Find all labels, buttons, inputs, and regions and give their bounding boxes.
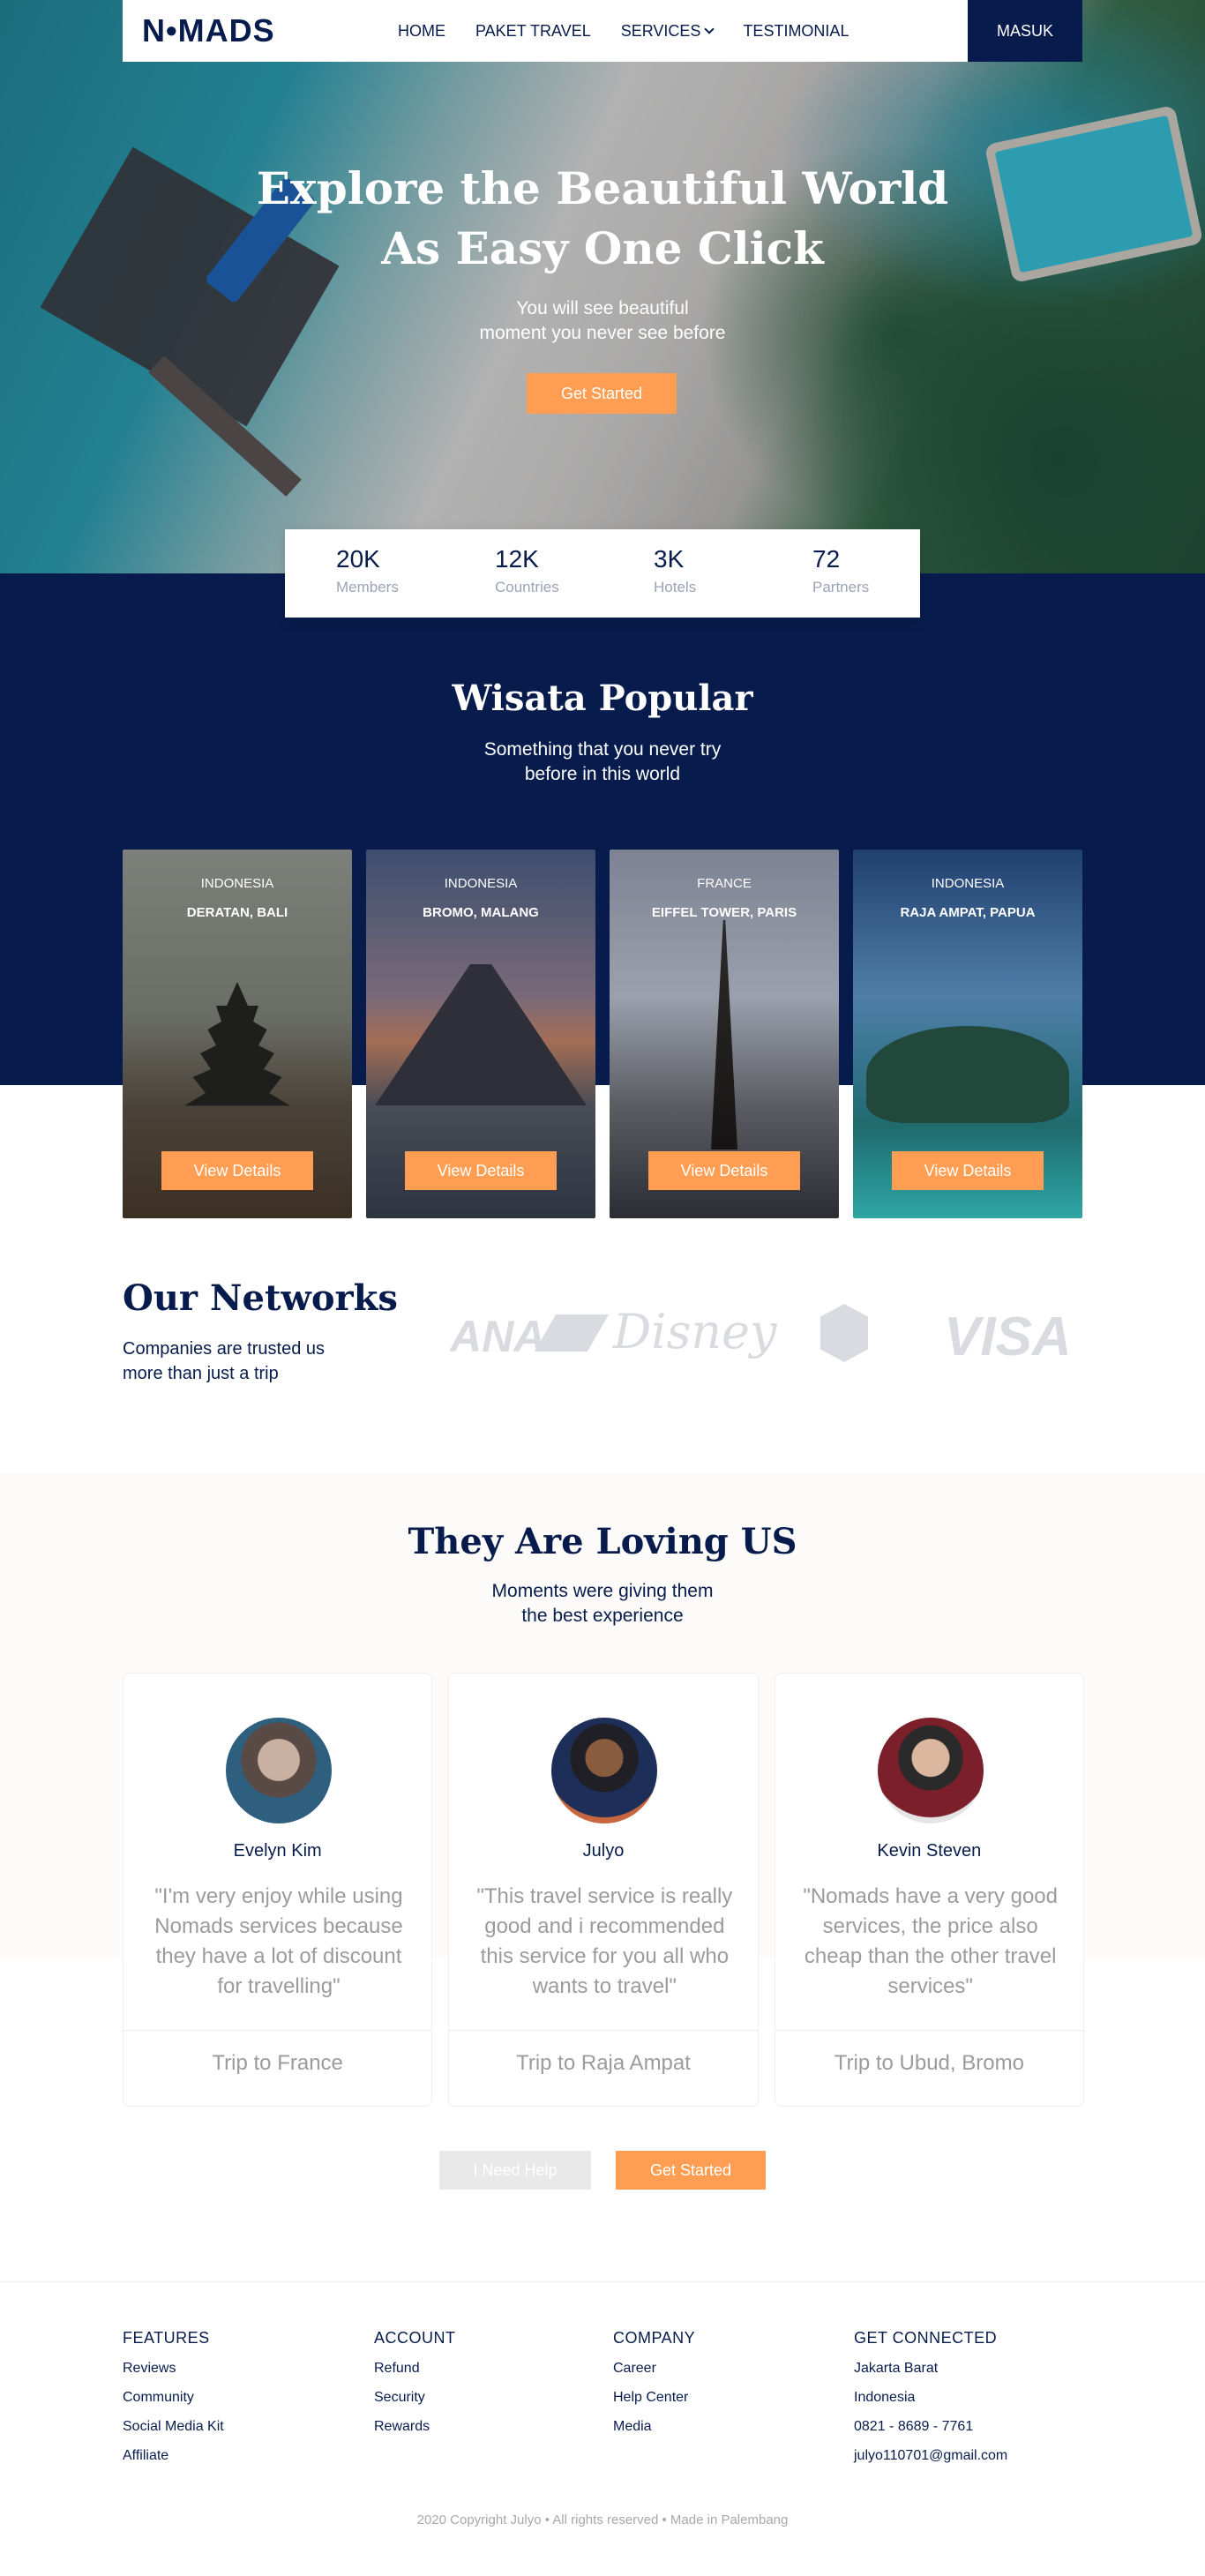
testimonial-card: Kevin Steven "Nomads have a very good se…: [774, 1673, 1084, 2107]
ana-logo-mark: [534, 1314, 610, 1352]
testimonial-card: Julyo "This travel service is really goo…: [448, 1673, 759, 2107]
view-details-button[interactable]: View Details: [648, 1151, 800, 1190]
view-details-button[interactable]: View Details: [405, 1151, 557, 1190]
divider: [449, 2030, 758, 2031]
hero-title-line2: As Easy One Click: [381, 222, 824, 274]
testimonial-name: Evelyn Kim: [233, 1841, 322, 1861]
card-place: RAJA AMPAT, PAPUA: [900, 905, 1036, 920]
need-help-button[interactable]: I Need Help: [439, 2151, 591, 2190]
footer-heading: FEATURES: [123, 2329, 210, 2347]
login-button[interactable]: MASUK: [968, 0, 1082, 62]
footer-col-get-connected: GET CONNECTED Jakarta Barat Indonesia 08…: [854, 2329, 1007, 2476]
avatar: [226, 1718, 332, 1823]
destination-cards: INDONESIA DERATAN, BALI View Details IND…: [123, 850, 1082, 1218]
card-place: DERATAN, BALI: [186, 905, 288, 920]
networks-subtitle: Companies are trusted us more than just …: [123, 1339, 326, 1383]
disney-logo: Disney: [613, 1304, 777, 1359]
chevron-down-icon: [704, 23, 715, 34]
footer-contact-country: Indonesia: [854, 2390, 916, 2405]
pagoda-image: [184, 982, 290, 1106]
stat-partners: 72 Partners: [812, 545, 870, 595]
testimonial-card: Evelyn Kim "I'm very enjoy while using N…: [123, 1673, 433, 2107]
footer-link[interactable]: Refund: [374, 2360, 456, 2377]
card-country: INDONESIA: [931, 876, 1005, 891]
islands-image: [866, 1026, 1069, 1123]
copyright: 2020 Copyright Julyo • All rights reserv…: [416, 2512, 789, 2527]
footer-contact-email[interactable]: julyo110701@gmail.com: [854, 2447, 1007, 2464]
nav-item-home[interactable]: HOME: [398, 22, 445, 41]
footer-link[interactable]: Community: [123, 2389, 224, 2406]
footer-contact-phone[interactable]: 0821 - 8689 - 7761: [854, 2418, 1007, 2435]
testimonials-subtitle: Moments were giving them the best experi…: [491, 1581, 714, 1626]
footer-col-account: ACCOUNT Refund Security Rewards: [374, 2329, 456, 2447]
logo[interactable]: N•MADS: [142, 12, 275, 49]
view-details-button[interactable]: View Details: [892, 1151, 1044, 1190]
hero-title: Explore the Beautiful World As Easy One …: [0, 159, 1205, 279]
starbucks-icon: [820, 1304, 868, 1362]
stat-members: 20K Members: [336, 545, 399, 595]
footer-link[interactable]: Media: [613, 2418, 695, 2435]
footer-col-features: FEATURES Reviews Community Social Media …: [123, 2329, 224, 2476]
destination-card[interactable]: FRANCE EIFFEL TOWER, PARIS View Details: [610, 850, 839, 1218]
hero-subtitle: You will see beautiful moment you never …: [479, 298, 726, 343]
hero-section: Explore the Beautiful World As Easy One …: [0, 0, 1205, 573]
testimonial-name: Kevin Steven: [877, 1841, 982, 1861]
card-place: BROMO, MALANG: [423, 905, 539, 920]
networks-title: Our Networks: [123, 1277, 398, 1319]
testimonial-trip: Trip to Ubud, Bromo: [834, 2051, 1024, 2075]
testimonial-quote: "Nomads have a very good services, the p…: [803, 1884, 1058, 1998]
avatar: [877, 1718, 984, 1823]
footer-heading: ACCOUNT: [374, 2329, 456, 2347]
nav-item-testimonial[interactable]: TESTIMONIAL: [743, 22, 849, 41]
view-details-button[interactable]: View Details: [161, 1151, 313, 1190]
hero-get-started-button[interactable]: Get Started: [527, 373, 677, 414]
footer-divider: [0, 2281, 1205, 2282]
footer-link[interactable]: Rewards: [374, 2418, 456, 2435]
testimonial-trip: Trip to France: [212, 2051, 343, 2075]
divider: [775, 2030, 1083, 2031]
card-place: EIFFEL TOWER, PARIS: [651, 905, 797, 920]
footer-link[interactable]: Career: [613, 2360, 695, 2377]
footer-contact-city: Jakarta Barat: [854, 2361, 939, 2376]
stats-bar: 20K Members 12K Countries 3K Hotels 72 P…: [285, 529, 920, 618]
nav-item-services[interactable]: SERVICES: [621, 22, 715, 41]
mountain-image: [375, 964, 587, 1105]
footer-heading: COMPANY: [613, 2329, 696, 2347]
popular-title: Wisata Popular: [452, 678, 753, 719]
destination-card[interactable]: INDONESIA BROMO, MALANG View Details: [366, 850, 595, 1218]
avatar: [551, 1718, 658, 1823]
visa-logo: VISA: [944, 1307, 1072, 1367]
testimonial-name: Julyo: [582, 1841, 625, 1861]
eiffel-tower-image: [711, 920, 737, 1149]
card-country: INDONESIA: [200, 876, 274, 891]
ana-logo: ANA: [450, 1312, 546, 1361]
footer-link[interactable]: Security: [374, 2389, 456, 2406]
testimonial-cards: Evelyn Kim "I'm very enjoy while using N…: [123, 1673, 1084, 2107]
nav-item-paket-travel[interactable]: PAKET TRAVEL: [475, 22, 591, 41]
card-country: INDONESIA: [444, 876, 518, 891]
navbar: N•MADS HOME PAKET TRAVEL SERVICES TESTIM…: [123, 0, 1082, 62]
stat-hotels: 3K Hotels: [654, 545, 697, 595]
footer-col-company: COMPANY Career Help Center Media: [613, 2329, 695, 2447]
footer-link[interactable]: Reviews: [123, 2360, 224, 2377]
get-started-button[interactable]: Get Started: [616, 2151, 766, 2190]
card-country: FRANCE: [697, 876, 752, 891]
destination-card[interactable]: INDONESIA DERATAN, BALI View Details: [123, 850, 352, 1218]
testimonial-quote: "I'm very enjoy while using Nomads servi…: [154, 1884, 403, 1998]
divider: [123, 2030, 432, 2031]
testimonials-title: They Are Loving US: [408, 1521, 797, 1562]
footer-link[interactable]: Affiliate: [123, 2447, 224, 2464]
footer-link[interactable]: Social Media Kit: [123, 2418, 224, 2435]
hero-title-line1: Explore the Beautiful World: [256, 162, 949, 214]
testimonial-quote: "This travel service is really good and …: [476, 1884, 733, 1998]
footer-heading: GET CONNECTED: [854, 2329, 998, 2347]
page: Explore the Beautiful World As Easy One …: [0, 0, 1205, 2576]
stat-countries: 12K Countries: [495, 545, 559, 595]
partner-logos: ANA Disney VISA: [450, 1297, 1085, 1367]
footer-link[interactable]: Help Center: [613, 2389, 695, 2406]
destination-card[interactable]: INDONESIA RAJA AMPAT, PAPUA View Details: [853, 850, 1082, 1218]
nav-menu: HOME PAKET TRAVEL SERVICES TESTIMONIAL: [398, 0, 879, 62]
testimonial-trip: Trip to Raja Ampat: [516, 2051, 691, 2075]
popular-subtitle: Something that you never try before in t…: [483, 739, 722, 784]
